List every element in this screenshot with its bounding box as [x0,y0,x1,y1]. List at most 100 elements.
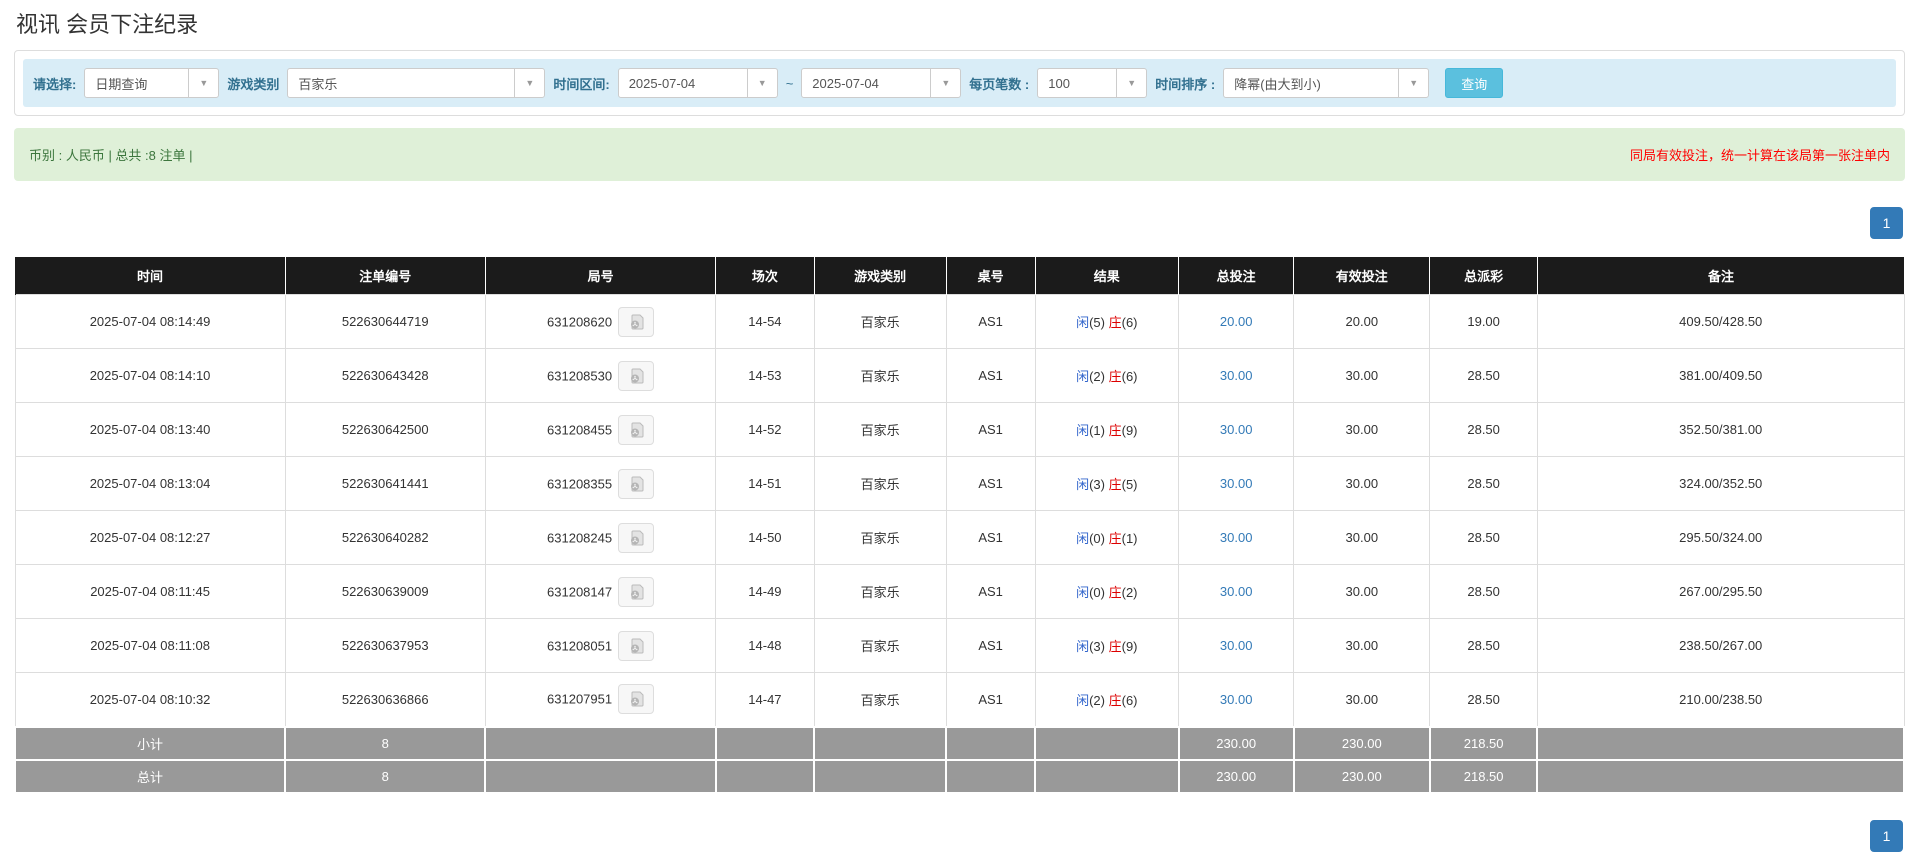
query-type-value: 日期查询 [95,76,148,92]
summary-row: 总计 8 230.00 230.00 218.50 [13,758,1905,794]
video-record-icon [630,368,644,383]
cell-table-no: AS1 [945,348,1036,403]
result-player: 闲 [1076,639,1090,654]
cell-total-bet: 30.00 [1178,402,1295,457]
result-player: 闲 [1076,531,1090,546]
table-row: 2025-07-04 08:13:40 522630642500 631208455… [14,402,1905,457]
cell-table-no: AS1 [945,456,1036,511]
cell-payout: 28.50 [1429,348,1538,403]
cell-result: 闲(0) 庄(1) [1034,510,1180,565]
cell-valid-bet: 30.00 [1293,456,1431,511]
cell-table-no: AS1 [945,510,1036,565]
summary-remark [1536,758,1905,794]
page-1-button[interactable]: 1 [1870,207,1903,239]
sort-label: 时间排序 : [1155,76,1216,92]
cell-time: 2025-07-04 08:13:04 [14,456,286,511]
cell-session: 14-50 [715,510,815,565]
pagination-bottom: 1 [16,819,1903,852]
date-to-select[interactable]: 2025-07-04 ▼ [801,68,962,98]
cell-total-bet: 20.00 [1178,294,1295,349]
cell-round-id: 631208051 [484,618,717,673]
cell-remark: 210.00/238.50 [1536,672,1905,727]
sort-select[interactable]: 降幂(由大到小) ▼ [1223,68,1430,98]
page-1-button[interactable]: 1 [1870,819,1903,852]
total-bet-link[interactable]: 30.00 [1220,422,1253,437]
game-type-select[interactable]: 百家乐 ▼ [287,68,546,98]
per-page-value: 100 [1048,75,1070,91]
cell-remark: 409.50/428.50 [1536,294,1905,349]
page: 视讯 会员下注纪录 请选择: 日期查询 ▼ 游戏类别 百家乐 ▼ 时间区间: 2… [0,12,1919,852]
chevron-down-icon: ▼ [1398,69,1428,97]
cell-valid-bet: 30.00 [1293,672,1431,727]
video-playback-button[interactable] [618,360,655,391]
column-header: 总派彩 [1429,257,1538,295]
chevron-down-icon: ▼ [514,69,544,97]
total-bet-link[interactable]: 20.00 [1220,314,1253,329]
chevron-down-icon: ▼ [930,69,960,97]
cell-table-no: AS1 [945,618,1036,673]
result-player: 闲 [1076,585,1090,600]
cell-round-id: 631208530 [484,348,717,403]
table-header-row: 时间 注单编号 局号 场次 游戏类别 桌号 结果 总投注 有效投注 总派彩 备注 [14,257,1904,295]
cell-bet-id: 522630637953 [284,618,486,673]
cell-bet-id: 522630643428 [284,348,486,403]
table-row: 2025-07-04 08:12:27 522630640282 631208245… [14,510,1905,565]
sort-value: 降幂(由大到小) [1234,76,1321,92]
cell-bet-id: 522630639009 [284,564,486,619]
column-header: 有效投注 [1293,257,1430,295]
total-bet-link[interactable]: 30.00 [1220,368,1253,383]
cell-game: 百家乐 [813,672,947,727]
chevron-down-icon: ▼ [188,69,218,97]
date-from-select[interactable]: 2025-07-04 ▼ [617,68,778,98]
video-playback-button[interactable] [618,414,655,445]
search-button[interactable]: 查询 [1445,68,1504,98]
cell-remark: 295.50/324.00 [1536,510,1905,565]
cell-valid-bet: 30.00 [1293,402,1431,457]
query-type-select[interactable]: 日期查询 ▼ [84,68,220,98]
summary-row: 小计 8 230.00 230.00 218.50 [13,725,1905,761]
cell-bet-id: 522630641441 [284,456,486,511]
total-bet-link[interactable]: 30.00 [1220,584,1253,599]
table-row: 2025-07-04 08:11:08 522630637953 631208051… [14,618,1905,673]
table-row: 2025-07-04 08:11:45 522630639009 631208147… [14,564,1905,619]
total-bet-link[interactable]: 30.00 [1220,638,1253,653]
table-row: 2025-07-04 08:13:04 522630641441 631208355… [14,456,1905,511]
video-playback-button[interactable] [618,306,655,337]
column-header: 桌号 [945,257,1036,295]
round-number: 631208147 [547,584,613,599]
currency-total-text: 币别 : 人民币 | 总共 :8 注单 | [29,148,193,163]
cell-payout: 28.50 [1429,564,1538,619]
total-bet-link[interactable]: 30.00 [1220,692,1253,707]
cell-session: 14-54 [715,294,815,349]
round-number: 631208455 [547,422,613,437]
round-number: 631208355 [547,476,613,491]
column-header: 总投注 [1178,257,1294,295]
cell-round-id: 631208620 [484,294,717,349]
cell-game: 百家乐 [813,402,947,457]
result-banker: 庄 [1108,639,1122,654]
cell-time: 2025-07-04 08:13:40 [14,402,286,457]
cell-bet-id: 522630642500 [284,402,486,457]
cell-time: 2025-07-04 08:12:27 [14,510,286,565]
per-page-select[interactable]: 100 ▼ [1037,68,1148,98]
video-playback-button[interactable] [618,630,655,661]
cell-remark: 238.50/267.00 [1536,618,1905,673]
cell-result: 闲(2) 庄(6) [1034,348,1180,403]
round-number: 631208620 [547,314,613,329]
summary-count: 8 [284,758,487,794]
total-bet-link[interactable]: 30.00 [1220,476,1253,491]
video-playback-button[interactable] [618,468,655,499]
total-bet-link[interactable]: 30.00 [1220,530,1253,545]
page-title: 视讯 会员下注纪录 [16,12,199,37]
video-playback-button[interactable] [618,576,655,607]
summary-label: 小计 [13,725,287,761]
range-tilde: ~ [785,75,794,91]
summary-remark [1536,725,1905,761]
cell-time: 2025-07-04 08:14:10 [14,348,286,403]
summary-total-bet: 230.00 [1177,725,1295,761]
chevron-down-icon: ▼ [1116,69,1146,97]
video-playback-button[interactable] [618,522,655,553]
video-playback-button[interactable] [618,684,655,715]
cell-round-id: 631207951 [484,672,717,727]
video-record-icon [630,476,644,491]
